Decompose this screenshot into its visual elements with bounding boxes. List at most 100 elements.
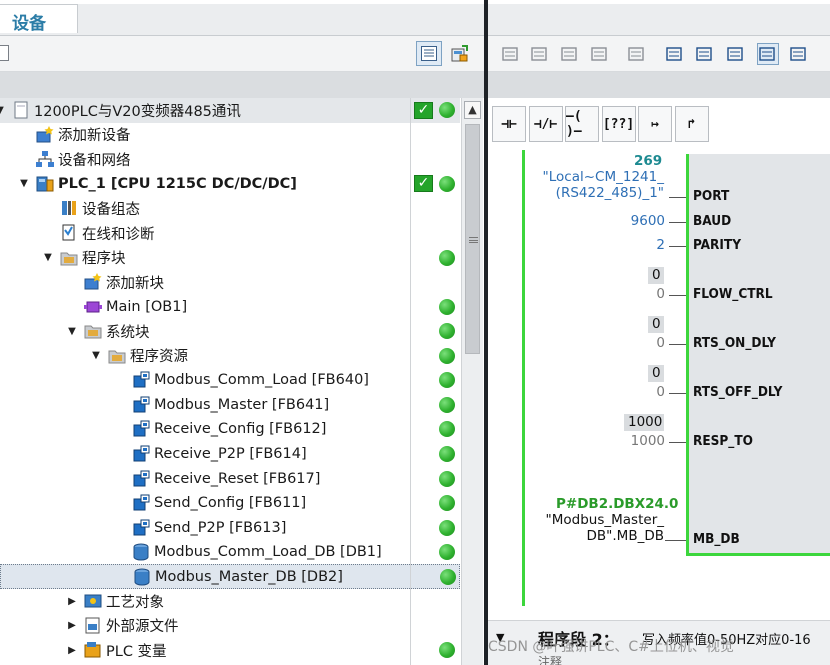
ladder-instruction-toolbar: ⊣⊢ ⊣/⊢ –( )– [??] ↦ ↱ xyxy=(488,106,830,146)
tree-item[interactable]: Modbus_Master [FB641] xyxy=(0,393,460,418)
ladder-button[interactable]: ⊣⊢ xyxy=(492,106,526,142)
tree-item-label: PLC_1 [CPU 1215C DC/DC/DC] xyxy=(58,175,297,192)
param-wire xyxy=(669,295,686,296)
partial-toolbar-icon[interactable] xyxy=(0,45,9,61)
add-device-icon xyxy=(36,125,54,143)
show-all-comments-button[interactable] xyxy=(664,43,686,65)
add-row-icon xyxy=(591,47,607,61)
list-view-button[interactable] xyxy=(416,41,442,66)
tree-item-label: 程序资源 xyxy=(130,349,188,366)
tree-item[interactable]: Receive_P2P [FB614] xyxy=(0,442,460,467)
expanded-caret-icon[interactable]: ▼ xyxy=(67,326,77,337)
tree-item[interactable]: 设备组态 xyxy=(0,196,460,221)
tree-item[interactable]: Modbus_Comm_Load [FB640] xyxy=(0,368,460,393)
expand-button[interactable] xyxy=(725,43,747,65)
program-editor-panel: ⊣⊢ ⊣/⊢ –( )– [??] ↦ ↱ 269 PORT "Local~CM_1241_… xyxy=(488,0,830,665)
expanded-caret-icon[interactable]: ▼ xyxy=(91,350,101,361)
fb-icon xyxy=(133,519,150,536)
param-value[interactable]: 0 xyxy=(656,286,665,302)
param-monitor-value[interactable]: 0 xyxy=(648,267,664,284)
tree-item[interactable]: 添加新设备 xyxy=(0,123,460,148)
ladder-button[interactable]: ↦ xyxy=(638,106,672,142)
online-status-icon xyxy=(439,396,455,413)
delete-network-icon xyxy=(531,47,547,61)
vertical-scrollbar[interactable]: ▲ xyxy=(461,98,483,665)
ladder-button[interactable]: [??] xyxy=(601,106,636,142)
param-value[interactable]: 0 xyxy=(656,384,665,400)
tree-item[interactable]: Receive_Config [FB612] xyxy=(0,417,460,442)
scroll-up-button[interactable]: ▲ xyxy=(464,101,481,119)
ladder-button[interactable]: ⊣/⊢ xyxy=(528,106,563,142)
tree-item[interactable]: ▶ 工艺对象 xyxy=(0,589,460,614)
param-value[interactable]: 2 xyxy=(656,237,665,253)
tree-item[interactable]: 在线和诊断 xyxy=(0,221,460,246)
insert-row-button[interactable] xyxy=(559,43,581,65)
overview-button[interactable] xyxy=(447,41,473,66)
consistency-check-icon: ✓ xyxy=(414,101,433,119)
tree-item-label: Modbus_Master_DB [DB2] xyxy=(155,568,343,585)
fb-icon xyxy=(133,470,150,486)
param-value[interactable]: "Local~CM_1241_ xyxy=(543,169,664,185)
tree-item[interactable]: Send_Config [FB611] xyxy=(0,491,460,516)
param-value-line2[interactable]: DB".MB_DB xyxy=(587,528,664,544)
collapsed-caret-icon[interactable]: ▶ xyxy=(67,620,77,631)
tree-item[interactable]: ▼ PLC_1 [CPU 1215C DC/DC/DC] ✓ xyxy=(0,172,460,197)
expanded-caret-icon[interactable]: ▼ xyxy=(19,178,29,189)
param-value[interactable]: 0 xyxy=(656,335,665,351)
tree-item[interactable]: ▼ 程序块 xyxy=(0,245,460,270)
monitor-button[interactable] xyxy=(788,43,810,65)
set-absolute-button[interactable] xyxy=(626,43,648,65)
tree-item[interactable]: 添加新块 xyxy=(0,270,460,295)
insert-network-button[interactable] xyxy=(500,43,522,65)
expand-icon xyxy=(727,47,743,61)
ladder-button[interactable]: ↱ xyxy=(674,106,709,142)
db-icon xyxy=(134,568,150,586)
param-monitor-value[interactable]: 0 xyxy=(648,316,664,333)
ladder-button[interactable]: –( )– xyxy=(565,106,599,142)
tree-item-label: PLC 变量 xyxy=(106,643,167,660)
tree-item[interactable]: Receive_Reset [FB617] xyxy=(0,466,460,491)
tree-item[interactable]: ▼ 程序资源 xyxy=(0,344,460,369)
tree-item[interactable]: ▶ 外部源文件 xyxy=(0,614,460,639)
tree-item[interactable]: Main [OB1] xyxy=(0,294,460,319)
comment-button[interactable] xyxy=(757,43,779,65)
tree-item[interactable]: Send_P2P [FB613] xyxy=(0,515,460,540)
param-monitor-value[interactable]: 0 xyxy=(648,365,664,382)
tree-item-label: Receive_Config [FB612] xyxy=(154,421,327,438)
online-status-icon xyxy=(439,470,455,487)
set-absolute-icon xyxy=(628,47,644,61)
devices-tab[interactable]: 设备 xyxy=(0,4,78,34)
tree-item[interactable]: Modbus_Master_DB [DB2] xyxy=(0,564,460,589)
collapsed-caret-icon[interactable]: ▶ xyxy=(67,596,77,607)
online-status-icon xyxy=(439,175,455,192)
tree-item[interactable]: 设备和网络 xyxy=(0,147,460,172)
expanded-caret-icon[interactable]: ▼ xyxy=(43,252,53,263)
param-value[interactable]: 9600 xyxy=(631,213,665,229)
param-name: RTS_ON_DLY xyxy=(693,335,776,351)
param-wire xyxy=(669,344,686,345)
param-monitor-value[interactable]: 1000 xyxy=(624,414,664,431)
add-row-button[interactable] xyxy=(589,43,611,65)
tree-item-label: 外部源文件 xyxy=(106,619,179,636)
online-status-icon xyxy=(440,568,456,585)
tree-item-label: 程序块 xyxy=(82,251,126,268)
delete-network-button[interactable] xyxy=(529,43,551,65)
tree-item[interactable]: Modbus_Comm_Load_DB [DB1] xyxy=(0,540,460,565)
online-status-icon xyxy=(439,372,455,389)
expanded-caret-icon[interactable]: ▼ xyxy=(0,105,5,116)
collapse-button[interactable] xyxy=(694,43,716,65)
param-wire xyxy=(669,222,686,223)
tech-object-icon xyxy=(84,594,102,608)
instance-number: 269 xyxy=(634,153,663,169)
param-value[interactable]: 1000 xyxy=(631,433,665,449)
tree-item[interactable]: ▼ 系统块 xyxy=(0,319,460,344)
param-wire xyxy=(665,540,686,541)
tree-item[interactable]: ▶ PLC 变量 xyxy=(0,638,460,663)
tree-item[interactable]: ▼ 1200PLC与V20变频器485通讯 ✓ xyxy=(0,98,460,123)
project-icon xyxy=(14,101,28,119)
param-value-line2[interactable]: (RS422_485)_1" xyxy=(556,185,664,201)
online-status-icon xyxy=(439,298,455,315)
scroll-thumb[interactable] xyxy=(465,124,480,354)
param-value[interactable]: "Modbus_Master_ xyxy=(546,512,664,528)
collapsed-caret-icon[interactable]: ▶ xyxy=(67,645,77,656)
